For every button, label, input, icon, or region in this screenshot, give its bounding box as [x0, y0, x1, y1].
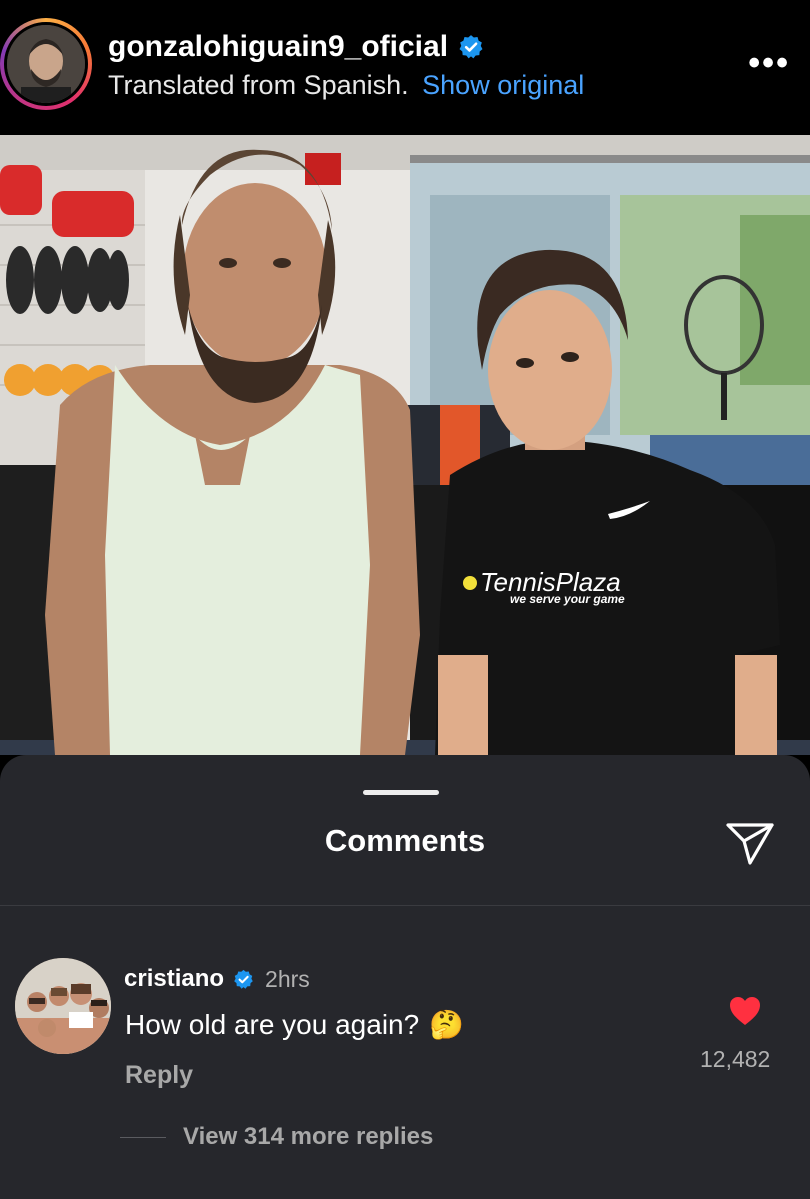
verified-badge-icon [459, 35, 483, 59]
translation-text: Translated from Spanish. [108, 70, 409, 100]
comment-avatar[interactable] [15, 958, 111, 1054]
reply-button[interactable]: Reply [125, 1061, 193, 1090]
shirt-slogan-text: we serve your game [510, 592, 625, 606]
thinking-face-emoji: 🤔 [429, 1009, 465, 1040]
profile-avatar-ring[interactable] [0, 18, 92, 110]
comments-title: Comments [324, 823, 486, 858]
post-photo-illustration: TennisPlaza we serve your game [0, 135, 810, 755]
sheet-divider [0, 905, 810, 906]
comment-author[interactable]: cristiano [124, 965, 224, 993]
send-icon[interactable] [724, 819, 776, 867]
heart-icon[interactable] [728, 995, 762, 1027]
replies-connector-line [120, 1137, 166, 1138]
translation-note: Translated from Spanish. Show original [108, 70, 584, 101]
comment-timestamp: 2hrs [265, 965, 310, 992]
more-horizontal-icon[interactable]: ••• [748, 44, 790, 83]
profile-avatar[interactable] [4, 22, 88, 106]
comment-text: How old are you again? [125, 1008, 420, 1040]
post-photo[interactable]: TennisPlaza we serve your game [0, 135, 810, 755]
like-count: 12,482 [700, 1046, 771, 1072]
show-original-link[interactable]: Show original [422, 70, 584, 100]
view-replies-button[interactable]: View 314 more replies [183, 1123, 433, 1151]
sheet-drag-handle[interactable] [363, 790, 439, 795]
post-username[interactable]: gonzalohiguain9_oficial [108, 30, 448, 64]
comments-sheet: Comments cristiano 2hrs How old are you … [0, 755, 810, 1199]
post-header: gonzalohiguain9_oficial Translated from … [0, 0, 810, 135]
comment-body: How old are you again? 🤔 [125, 1008, 464, 1041]
verified-badge-icon [234, 969, 253, 989]
